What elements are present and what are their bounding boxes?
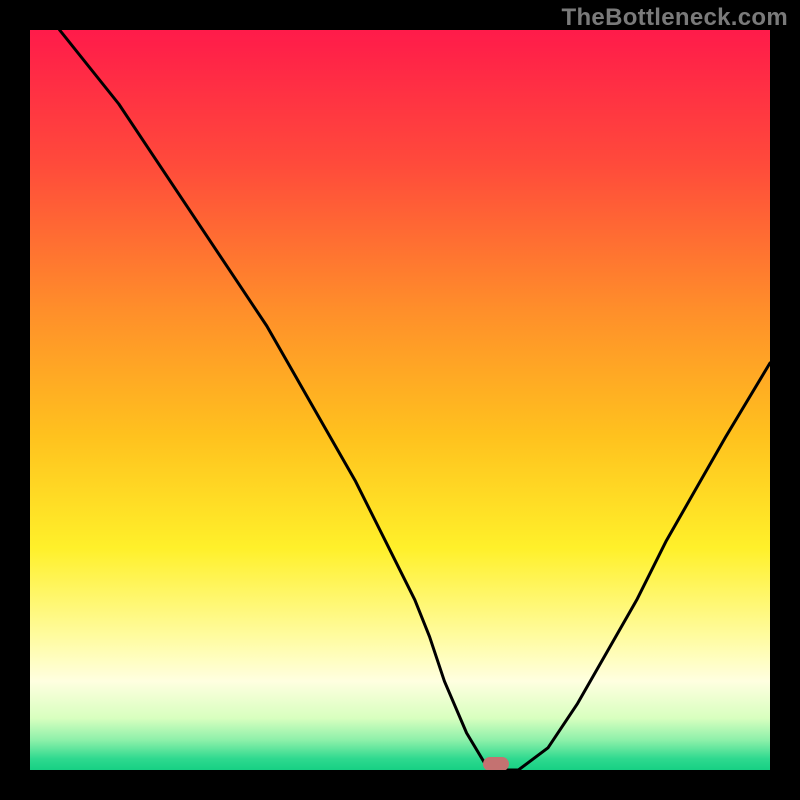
chart-frame: TheBottleneck.com [0,0,800,800]
curve-line [30,30,770,770]
plot-area [30,30,770,770]
watermark-text: TheBottleneck.com [562,4,788,32]
optimum-marker [483,757,509,770]
